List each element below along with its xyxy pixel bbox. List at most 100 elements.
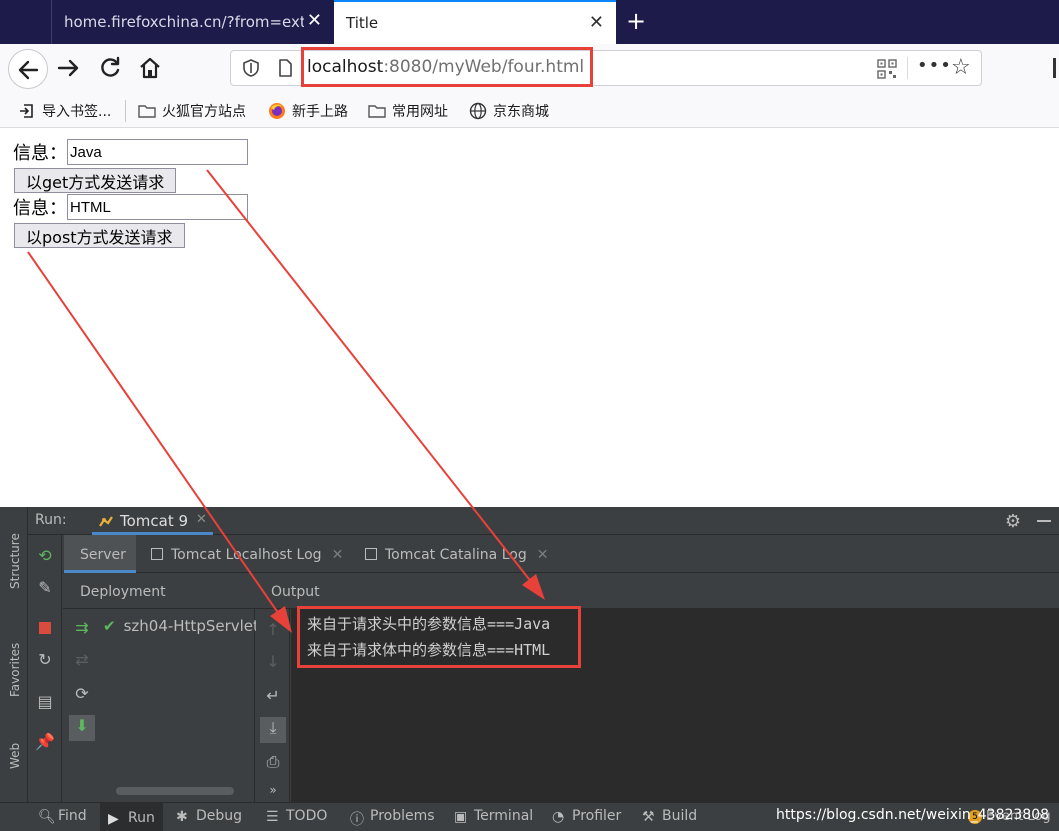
console-line: 来自于请求体中的参数信息===HTML <box>307 641 551 659</box>
navigation-toolbar: localhost:8080/myWeb/four.html ••• ☆ <box>0 44 1059 94</box>
reload-button[interactable] <box>96 54 124 82</box>
tool-label: Terminal <box>474 808 534 824</box>
bookmark-jd[interactable]: 京东商城 <box>469 101 549 121</box>
bookmark-label: 导入书签... <box>42 104 112 120</box>
bookmark-star-icon[interactable]: ☆ <box>951 55 971 81</box>
tool-debug[interactable]: ✱ Debug <box>176 808 243 825</box>
tab-tomcat-localhost-log[interactable]: Tomcat Localhost Log ✕ <box>151 535 343 573</box>
gear-icon[interactable]: ⚙ <box>1005 511 1021 532</box>
send-get-request-button[interactable]: 以get方式发送请求 <box>14 168 177 193</box>
refresh-icon[interactable]: ⟳ <box>71 683 93 705</box>
close-icon[interactable]: ✕ <box>332 547 344 563</box>
folder-icon <box>138 105 156 118</box>
tool-problems[interactable]: ⓘ Problems <box>350 808 435 828</box>
tool-run[interactable]: ▶ Run <box>100 803 163 831</box>
watermark-text: https://blog.csdn.net/weixin_43823808 <box>776 807 1050 823</box>
more-actions-icon[interactable]: » <box>262 779 284 801</box>
minimize-icon[interactable] <box>1037 520 1051 522</box>
deployment-header: Deployment <box>80 584 166 600</box>
url-bar[interactable]: localhost:8080/myWeb/four.html ••• ☆ <box>230 47 982 87</box>
tool-todo[interactable]: ☰ TODO <box>266 808 328 825</box>
side-tab-label: Favorites <box>8 642 22 697</box>
run-config-tab[interactable]: Tomcat 9 ✕ <box>92 507 213 535</box>
tab-strip-left-area <box>0 0 52 44</box>
tool-label: TODO <box>286 808 328 824</box>
side-tab-label: Structure <box>8 533 22 589</box>
url-host: localhost <box>307 57 384 77</box>
post-form-row: 信息： <box>13 194 248 220</box>
page-info-icon[interactable] <box>275 58 295 78</box>
tool-find[interactable]: 🔍︎ Find <box>38 808 87 825</box>
tool-label: Debug <box>196 808 243 824</box>
log-icon <box>151 548 163 560</box>
soft-wrap-icon[interactable]: ↵ <box>262 685 284 707</box>
layout-icon[interactable]: ▤ <box>34 691 56 713</box>
back-arrow-icon <box>18 60 39 80</box>
restart-icon[interactable]: ↻ <box>34 649 56 671</box>
bookmark-label: 火狐官方站点 <box>162 104 246 120</box>
tool-build[interactable]: ⚒ Build <box>642 808 697 825</box>
bookmark-import[interactable]: 导入书签... <box>18 101 111 121</box>
firefox-icon <box>269 103 285 119</box>
run-config-name: Tomcat 9 <box>120 512 189 530</box>
run-icon: ▶ <box>108 810 119 827</box>
page-actions-more-icon[interactable]: ••• <box>917 55 952 76</box>
tracking-protection-shield-icon[interactable] <box>241 58 261 78</box>
scroll-to-end-icon[interactable]: ⤓ <box>260 717 286 743</box>
wrench-icon[interactable]: ✎ <box>34 577 56 599</box>
tab-title: Title <box>346 14 379 32</box>
close-icon[interactable]: ✕ <box>307 11 322 31</box>
send-post-request-button[interactable]: 以post方式发送请求 <box>14 223 185 248</box>
url-text[interactable]: localhost:8080/myWeb/four.html <box>307 57 584 77</box>
console-line: 来自于请求头中的参数信息===Java <box>307 615 551 633</box>
log-icon <box>365 548 377 560</box>
info-label: 信息： <box>13 143 67 164</box>
side-tab-label: Web <box>8 742 22 769</box>
ide-bottom-toolbar: 🔍︎ Find ▶ Run ✱ Debug ☰ TODO ⓘ Problems ▣ Term… <box>0 802 1059 831</box>
up-arrow-icon: ↑ <box>266 620 280 639</box>
new-tab-button[interactable]: + <box>622 8 650 36</box>
tool-label: Problems <box>370 808 435 824</box>
tool-label: Profiler <box>572 808 622 824</box>
forward-arrow-icon <box>57 59 79 77</box>
bookmark-separator <box>125 100 126 122</box>
deploy-run-icon[interactable]: ⇉ <box>71 617 93 639</box>
tool-label: Find <box>58 808 87 824</box>
bookmark-common-sites[interactable]: 常用网址 <box>368 101 448 121</box>
rerun-icon[interactable]: ⟲ <box>34 545 56 567</box>
sidebar-toggle-icon[interactable] <box>1053 58 1056 78</box>
run-actions-toolbar: ⟲ ✎ ↻ ▤ 📌 <box>28 535 62 802</box>
horizontal-scrollbar[interactable] <box>116 787 234 795</box>
run-label: Run: <box>35 512 67 528</box>
close-icon[interactable]: ✕ <box>589 13 604 33</box>
qr-code-icon[interactable] <box>877 59 897 79</box>
ide-left-tool-strip: Structure Favorites Web <box>0 507 28 802</box>
stop-button[interactable] <box>34 617 56 639</box>
output-header: Output <box>271 584 320 600</box>
panel-headers: Deployment Output <box>63 573 1059 609</box>
tab-server[interactable]: Server <box>64 535 136 573</box>
bookmark-getting-started[interactable]: 新手上路 <box>268 101 348 121</box>
deployment-name: szh04-HttpServlet <box>123 617 259 635</box>
print-icon[interactable]: ⎙ <box>262 751 284 773</box>
home-button[interactable] <box>136 54 164 82</box>
console-output[interactable]: 来自于请求头中的参数信息===Java 来自于请求体中的参数信息===HTML <box>291 606 1059 802</box>
post-info-input[interactable] <box>67 194 248 220</box>
tool-terminal[interactable]: ▣ Terminal <box>454 808 534 825</box>
browser-tab-title[interactable]: Title ✕ <box>334 0 616 44</box>
forward-button[interactable] <box>55 54 83 82</box>
url-separator <box>907 57 908 79</box>
get-info-input[interactable] <box>67 139 248 165</box>
back-button[interactable] <box>8 49 48 89</box>
deployment-item[interactable]: ✔ szh04-HttpServlet <box>103 617 259 635</box>
tab-tomcat-catalina-log[interactable]: Tomcat Catalina Log ✕ <box>365 535 548 573</box>
update-deploy-icon[interactable]: ⬇ <box>69 715 95 741</box>
pin-icon[interactable]: 📌 <box>34 731 56 753</box>
hammer-icon: ⚒ <box>642 809 655 825</box>
run-toolwindow-header: Run: Tomcat 9 ✕ ⚙ <box>28 507 1059 535</box>
close-icon[interactable]: ✕ <box>537 547 549 563</box>
bookmark-firefox-official[interactable]: 火狐官方站点 <box>138 101 246 121</box>
close-icon[interactable]: ✕ <box>196 512 207 527</box>
browser-tab-firefoxchina[interactable]: home.firefoxchina.cn/?from=extra ✕ <box>52 0 334 44</box>
tool-profiler[interactable]: ◔ Profiler <box>552 808 622 825</box>
